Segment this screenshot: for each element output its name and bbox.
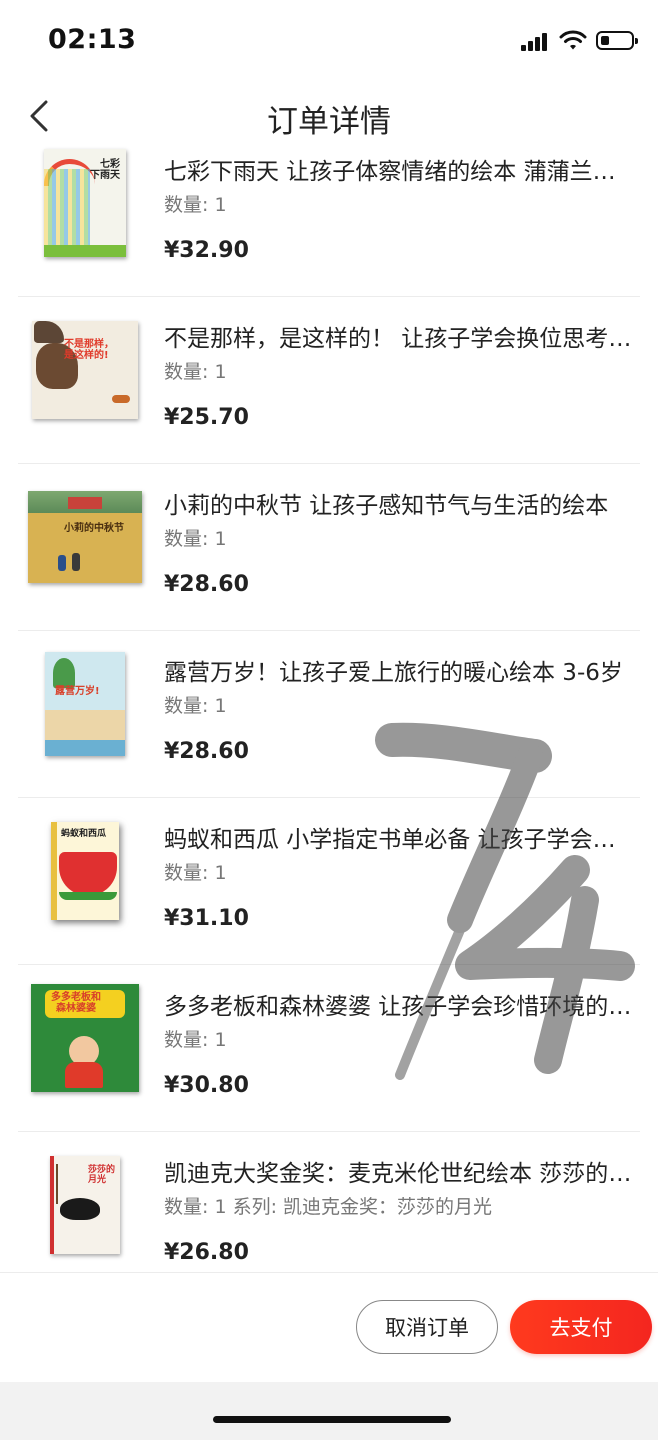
book-cover-image: 小莉的中秋节 xyxy=(26,478,144,596)
order-item-list[interactable]: 七彩 下雨天 七彩下雨天 让孩子体察情绪的绘本 蒲蒲兰绘本馆 数量: 1 ¥32.… xyxy=(0,130,658,1272)
battery-icon xyxy=(596,31,638,50)
order-item[interactable]: 不是那样， 是这样的! 不是那样，是这样的！ 让孩子学会换位思考的绘本 数量: 1… xyxy=(0,297,658,464)
cover-title: 蚂蚁和西瓜 xyxy=(61,829,107,839)
book-cover-image: 露营万岁! xyxy=(26,645,144,763)
item-price: ¥25.70 xyxy=(164,405,249,430)
status-bar: 02:13 xyxy=(0,0,658,80)
cover-title: 莎莎的 月光 xyxy=(88,1165,116,1185)
cover-title: 七彩 下雨天 xyxy=(90,159,120,181)
item-price: ¥32.90 xyxy=(164,238,249,263)
order-item[interactable]: 蚂蚁和西瓜 蚂蚁和西瓜 小学指定书单必备 让孩子学会合作 数量: 1 ¥31.1… xyxy=(0,798,658,965)
item-title: 凯迪克大奖金奖：麦克米伦世纪绘本 莎莎的月光 xyxy=(164,1161,638,1187)
cover-title: 露营万岁! xyxy=(55,686,100,697)
cover-title: 小莉的中秋节 xyxy=(64,523,124,534)
item-quantity: 数量: 1 xyxy=(164,862,227,884)
signal-icon xyxy=(521,33,549,51)
book-cover-image: 蚂蚁和西瓜 xyxy=(26,812,144,930)
item-title: 不是那样，是这样的！ 让孩子学会换位思考的绘本 xyxy=(164,326,638,352)
item-quantity: 数量: 1 xyxy=(164,361,227,383)
item-title: 七彩下雨天 让孩子体察情绪的绘本 蒲蒲兰绘本馆 xyxy=(164,159,638,185)
pay-button[interactable]: 去支付 xyxy=(510,1300,652,1354)
item-price: ¥30.80 xyxy=(164,1073,249,1098)
wifi-icon xyxy=(559,30,587,50)
book-cover-image: 不是那样， 是这样的! xyxy=(26,311,144,429)
item-price: ¥31.10 xyxy=(164,906,249,931)
item-quantity: 数量: 1 xyxy=(164,695,227,717)
item-price: ¥28.60 xyxy=(164,739,249,764)
status-time: 02:13 xyxy=(48,24,137,55)
book-cover-image: 多多老板和 森林婆婆 xyxy=(26,979,144,1097)
home-indicator[interactable] xyxy=(213,1416,451,1423)
item-title: 小莉的中秋节 让孩子感知节气与生活的绘本 xyxy=(164,493,609,519)
order-item[interactable]: 莎莎的 月光 凯迪克大奖金奖：麦克米伦世纪绘本 莎莎的月光 数量: 1 系列: 凯… xyxy=(0,1132,658,1272)
item-title: 多多老板和森林婆婆 让孩子学会珍惜环境的绘本 xyxy=(164,994,638,1020)
home-indicator-area xyxy=(0,1382,658,1440)
footer-action-bar: 取消订单 去支付 xyxy=(0,1272,658,1383)
item-quantity: 数量: 1 xyxy=(164,528,227,550)
order-item[interactable]: 小莉的中秋节 小莉的中秋节 让孩子感知节气与生活的绘本 数量: 1 ¥28.60 xyxy=(0,464,658,631)
item-quantity: 数量: 1 xyxy=(164,194,227,216)
item-title: 露营万岁！让孩子爱上旅行的暖心绘本 3-6岁 xyxy=(164,660,623,686)
item-quantity: 数量: 1 xyxy=(164,1029,227,1051)
book-cover-image: 莎莎的 月光 xyxy=(26,1146,144,1264)
item-quantity: 数量: 1 系列: 凯迪克金奖：莎莎的月光 xyxy=(164,1196,493,1218)
order-item[interactable]: 多多老板和 森林婆婆 多多老板和森林婆婆 让孩子学会珍惜环境的绘本 数量: 1 ¥… xyxy=(0,965,658,1132)
item-price: ¥28.60 xyxy=(164,572,249,597)
item-title: 蚂蚁和西瓜 小学指定书单必备 让孩子学会合作 xyxy=(164,827,638,853)
cover-title: 不是那样， 是这样的! xyxy=(64,339,114,361)
order-item[interactable]: 七彩 下雨天 七彩下雨天 让孩子体察情绪的绘本 蒲蒲兰绘本馆 数量: 1 ¥32.… xyxy=(0,130,658,297)
order-item[interactable]: 露营万岁! 露营万岁！让孩子爱上旅行的暖心绘本 3-6岁 数量: 1 ¥28.6… xyxy=(0,631,658,798)
book-cover-image: 七彩 下雨天 xyxy=(26,144,144,262)
item-price: ¥26.80 xyxy=(164,1240,249,1265)
cancel-order-button[interactable]: 取消订单 xyxy=(356,1300,498,1354)
cover-title: 多多老板和 森林婆婆 xyxy=(51,992,101,1014)
